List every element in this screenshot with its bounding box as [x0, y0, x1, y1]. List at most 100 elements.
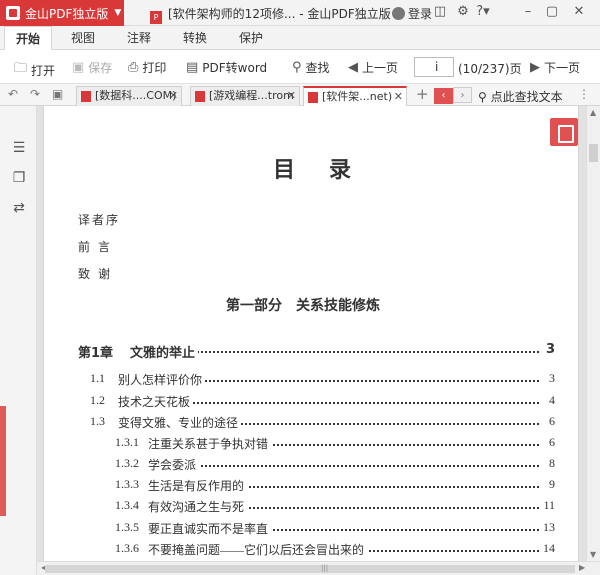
toc-chapter-row[interactable]: 第1章 文雅的举止 3 — [0, 342, 600, 361]
app-logo-icon — [6, 6, 20, 20]
save-quick-icon[interactable]: ▣ — [52, 87, 63, 101]
outline-icon[interactable]: ☰ — [10, 140, 28, 156]
toc-number: 1.3.1 — [115, 435, 139, 449]
doc-tab-1[interactable]: [数据科....COM) ✕ — [76, 86, 182, 106]
front-matter-item: 致谢 — [78, 267, 119, 281]
user-icon — [392, 7, 405, 20]
pdf-file-icon — [308, 92, 318, 103]
toc-number: 1.3.5 — [115, 520, 139, 534]
toc-number: 1.3.4 — [115, 498, 139, 512]
close-tab-icon[interactable]: ✕ — [287, 87, 296, 105]
printer-icon: ⎙ — [128, 60, 139, 75]
toc-title-text: 学会委派 — [148, 456, 200, 473]
scroll-thumb[interactable] — [45, 565, 575, 573]
toc-section-row[interactable]: 1.3.5 要正直诚实而不是率直 13 — [0, 520, 600, 538]
toc-title-text: 文雅的举止 — [130, 342, 199, 361]
tab-view[interactable]: 视图 — [60, 26, 106, 50]
toc-section-row[interactable]: 1.3 变得文雅、专业的途径 6 — [0, 414, 600, 432]
folder-icon: 🗀 — [14, 61, 28, 76]
toc-page-number: 9 — [549, 477, 555, 491]
thumbnails-icon[interactable]: ❐ — [10, 170, 28, 186]
toc-section-row[interactable]: 1.3.4 有效沟通之生与死 11 — [0, 498, 600, 516]
tab-convert[interactable]: 转换 — [172, 26, 218, 50]
scroll-down-icon[interactable]: ▼ — [590, 550, 596, 559]
redo-icon[interactable]: ↷ — [30, 87, 40, 101]
tab-annotate[interactable]: 注释 — [116, 26, 162, 50]
arrow-right-icon: ▶ — [530, 60, 540, 75]
toc-page-number: 3 — [545, 342, 555, 357]
doc-tab-3[interactable]: [软件架...net) ✕ — [303, 86, 407, 106]
toc-title-text: 变得文雅、专业的途径 — [118, 414, 242, 431]
arrow-left-icon: ◀ — [348, 60, 358, 75]
app-name: 金山PDF独立版 — [25, 6, 109, 21]
toc-number: 1.3 — [90, 414, 105, 428]
find-text-field[interactable]: ⚲ 点此查找文本 — [478, 88, 563, 105]
chevron-down-icon: ▼ — [114, 8, 122, 18]
close-icon[interactable]: ✕ — [571, 4, 587, 19]
maximize-icon[interactable]: ▢ — [544, 4, 560, 19]
help-icon[interactable]: ?▾ — [475, 4, 491, 19]
doc-tab-2[interactable]: [游戏编程...trom ✕ — [190, 86, 300, 106]
find-button[interactable]: ⚲ 查找 — [292, 59, 330, 76]
floating-convert-button[interactable] — [550, 118, 578, 146]
toc-page-number: 3 — [549, 371, 555, 385]
toc-page-number: 4 — [549, 393, 555, 407]
toc-section-row[interactable]: 1.1 别人怎样评价你 3 — [0, 371, 600, 389]
tab-protect[interactable]: 保护 — [228, 26, 274, 50]
toc-number: 1.2 — [90, 393, 105, 407]
prev-page-button[interactable]: ◀ 上一页 — [348, 59, 398, 76]
page-count: (10/237)页 — [458, 62, 522, 76]
page-number-input[interactable]: i — [414, 57, 454, 77]
toc-section-row[interactable]: 1.3.6 不要掩盖问题——它们以后还会冒出来的 14 — [0, 541, 600, 559]
tab-scroll-right-icon[interactable]: › — [453, 87, 472, 103]
tab-scroll-buttons: ‹ › — [434, 87, 474, 104]
more-icon[interactable]: ⋮ — [578, 87, 590, 101]
new-tab-icon[interactable]: + — [416, 85, 429, 103]
open-button[interactable]: 🗀 打开 — [14, 59, 55, 81]
vertical-scrollbar[interactable]: ▲ ▼ — [586, 106, 600, 561]
toc-leader-dots — [148, 465, 539, 467]
tab-scroll-left-icon[interactable]: ‹ — [434, 88, 453, 104]
pdf-file-icon — [195, 91, 205, 102]
gear-icon[interactable]: ⚙ — [455, 4, 471, 19]
front-matter-item: 译者序 — [78, 213, 121, 227]
toc-number: 1.3.3 — [115, 477, 139, 491]
toc-page-number: 14 — [543, 541, 555, 555]
search-icon: ⚲ — [292, 60, 302, 75]
toc-section-row[interactable]: 1.3.1 注重关系甚于争执对错 6 — [0, 435, 600, 453]
close-tab-icon[interactable]: ✕ — [169, 87, 178, 105]
toc-page-number: 6 — [549, 414, 555, 428]
title-bar: 金山PDF独立版 ▼ P [软件架构师的12项修... - 金山PDF独立版 登录… — [0, 0, 600, 26]
horizontal-scrollbar[interactable]: ◀ ||| ▶ — [37, 561, 600, 575]
scroll-grip-icon: ||| — [321, 564, 329, 572]
undo-icon[interactable]: ↶ — [8, 87, 18, 101]
pdf-file-icon: P — [150, 11, 162, 24]
window-title: P [软件架构师的12项修... - 金山PDF独立版 — [150, 5, 391, 24]
save-icon: ▣ — [72, 60, 85, 75]
skin-icon[interactable]: ◫ — [432, 4, 448, 19]
front-matter-item: 前言 — [78, 240, 119, 254]
tab-start[interactable]: 开始 — [4, 26, 52, 51]
pdf-to-word-button[interactable]: ▤ PDF转word — [186, 59, 267, 76]
toc-title-text: 有效沟通之生与死 — [148, 498, 248, 515]
scroll-right-icon[interactable]: ▶ — [579, 563, 585, 572]
toc-page-number: 8 — [549, 456, 555, 470]
login-button[interactable]: 登录 — [392, 5, 432, 22]
close-tab-icon[interactable]: ✕ — [394, 88, 403, 106]
convert-word-icon[interactable]: ⇄ — [10, 200, 28, 216]
minimize-icon[interactable]: – — [520, 4, 536, 19]
toc-section-row[interactable]: 1.3.3 生活是有反作用的 9 — [0, 477, 600, 495]
part-heading: 第一部分 关系技能修炼 — [226, 298, 380, 314]
print-button[interactable]: ⎙ 打印 — [128, 59, 166, 76]
toc-title-text: 注重关系甚于争执对错 — [148, 435, 272, 452]
toc-title-text: 生活是有反作用的 — [148, 477, 248, 494]
toc-number: 1.3.2 — [115, 456, 139, 470]
scroll-up-icon[interactable]: ▲ — [590, 108, 596, 117]
save-button[interactable]: ▣ 保存 — [72, 59, 112, 76]
toc-section-row[interactable]: 1.2 技术之天花板 4 — [0, 393, 600, 411]
scroll-thumb[interactable] — [589, 144, 598, 162]
toc-section-row[interactable]: 1.3.2 学会委派 8 — [0, 456, 600, 474]
next-page-button[interactable]: ▶ 下一页 — [530, 59, 580, 76]
app-menu-button[interactable]: 金山PDF独立版 ▼ — [0, 0, 124, 26]
toc-page-number: 13 — [543, 520, 555, 534]
